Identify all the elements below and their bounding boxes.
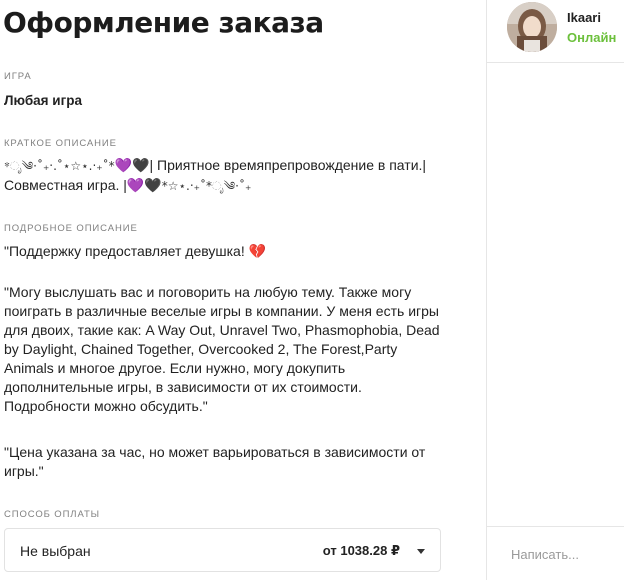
detailed-paragraph-2: "Могу выслушать вас и поговорить на любу…: [4, 283, 444, 416]
payment-method-value: Не выбран: [20, 543, 91, 559]
detailed-line: "Могу выслушать вас и поговорить на любу…: [4, 284, 412, 300]
avatar-image: [507, 2, 557, 52]
short-text-line-1: | Приятное времяпрепровождение в пати.|: [149, 157, 427, 173]
short-text-line-2: Совместная игра. |: [4, 177, 127, 193]
detailed-paragraph-1: "Поддержку предоставляет девушка! 💔: [4, 242, 444, 261]
caret-down-icon: [417, 549, 425, 554]
black-heart-icon: 🖤: [132, 157, 150, 173]
chat-panel: Ikaari Онлайн: [486, 0, 624, 580]
detailed-line: Animals и многое другое. Если нужно, мог…: [4, 360, 346, 376]
detailed-line: "Цена указана за час, но может варьирова…: [4, 444, 426, 460]
detailed-line: поиграть в различные веселые игры в комп…: [4, 303, 439, 319]
game-value: Любая игра: [4, 93, 82, 108]
detailed-line: игры.": [4, 463, 44, 479]
short-description-label: КРАТКОЕ ОПИСАНИЕ: [4, 138, 117, 149]
broken-heart-icon: 💔: [248, 243, 267, 259]
order-form: Оформление заказа ИГРА Любая игра КРАТКО…: [0, 0, 486, 580]
detailed-description-label: ПОДРОБНОЕ ОПИСАНИЕ: [4, 223, 138, 234]
short-description: *ೃ༄·˚₊‧.˚⋆☆⋆.‧₊˚*💜🖤| Приятное времяпрепр…: [4, 156, 444, 196]
message-input[interactable]: [511, 547, 611, 562]
detailed-line: дополнительные игры, в зависимости от их…: [4, 379, 362, 395]
payment-method-select[interactable]: Не выбран от 1038.28 ₽: [4, 528, 441, 572]
payment-method-label: СПОСОБ ОПЛАТЫ: [4, 509, 100, 520]
game-label: ИГРА: [4, 71, 32, 82]
chat-header: Ikaari Онлайн: [487, 0, 624, 63]
decor-symbols: *☆⋆.‧₊˚*ೃ༄·˚₊: [161, 179, 252, 193]
detailed-paragraph-3: "Цена указана за час, но может варьирова…: [4, 443, 444, 481]
black-heart-icon: 🖤: [144, 177, 162, 193]
message-composer: [487, 526, 624, 581]
detailed-line: Подробности можно обсудить.": [4, 398, 208, 414]
online-status: Онлайн: [567, 30, 617, 45]
detailed-line: by Daylight, Chained Together, Overcooke…: [4, 341, 398, 357]
purple-heart-icon: 💜: [114, 157, 133, 173]
user-name[interactable]: Ikaari: [567, 10, 601, 25]
avatar[interactable]: [507, 2, 557, 52]
detailed-text: "Поддержку предоставляет девушка!: [4, 243, 245, 259]
decor-symbols: *ೃ༄·˚₊‧.˚⋆☆⋆.‧₊˚*: [4, 159, 115, 173]
page-title: Оформление заказа: [3, 6, 324, 39]
detailed-line: для двоих, такие как: A Way Out, Unravel…: [4, 322, 440, 338]
purple-heart-icon: 💜: [126, 177, 145, 193]
price-value: от 1038.28 ₽: [322, 543, 400, 558]
